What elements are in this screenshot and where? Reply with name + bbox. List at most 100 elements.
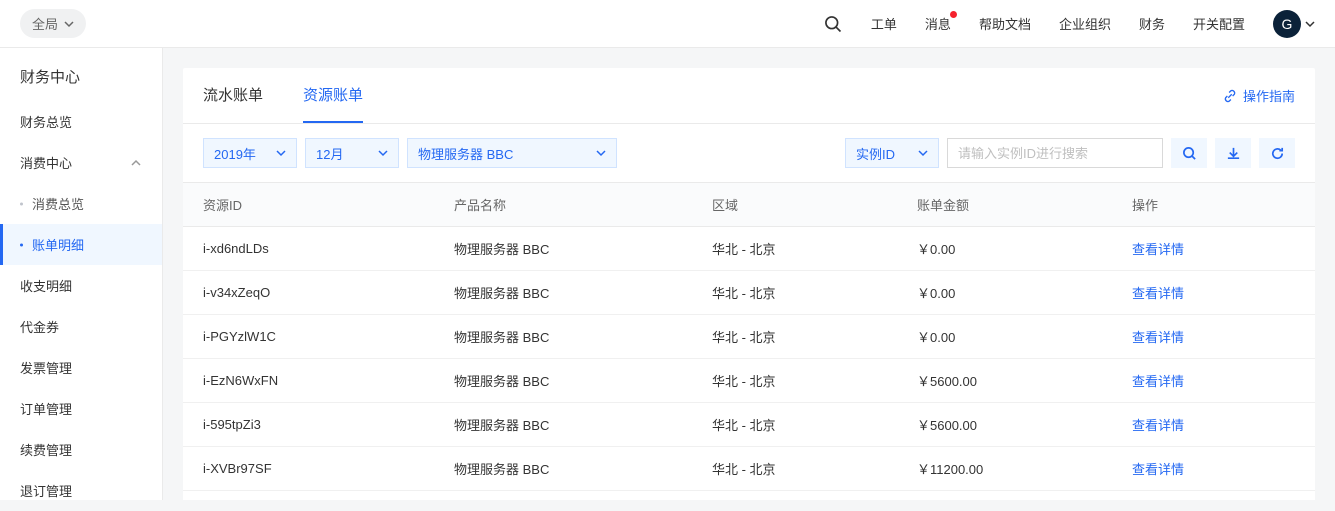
table-row: i-PGYzlW1C物理服务器 BBC华北 - 北京￥0.00查看详情 bbox=[183, 315, 1315, 359]
chevron-down-icon bbox=[1305, 19, 1315, 29]
top-nav: 工单 消息 帮助文档 企业组织 财务 开关配置 G bbox=[823, 10, 1315, 38]
nav-switch[interactable]: 开关配置 bbox=[1193, 14, 1245, 33]
download-button[interactable] bbox=[1215, 138, 1251, 168]
cell-product: 物理服务器 BBC bbox=[438, 491, 696, 501]
view-detail-link[interactable]: 查看详情 bbox=[1116, 403, 1315, 447]
cell-region: 华北 - 北京 bbox=[696, 491, 901, 501]
chevron-down-icon bbox=[596, 148, 606, 158]
guide-link-label: 操作指南 bbox=[1243, 86, 1295, 105]
sidebar-item-renewal[interactable]: 续费管理 bbox=[0, 429, 162, 470]
th-product: 产品名称 bbox=[438, 183, 696, 227]
nav-message[interactable]: 消息 bbox=[925, 14, 951, 33]
sidebar-item-invoice[interactable]: 发票管理 bbox=[0, 347, 162, 388]
month-select-value: 12月 bbox=[316, 144, 343, 163]
cell-resource-id: i-XVBr97SF bbox=[183, 447, 438, 491]
year-select-value: 2019年 bbox=[214, 144, 256, 163]
notification-dot-icon bbox=[950, 11, 957, 18]
sidebar-item-consume-overview[interactable]: 消费总览 bbox=[0, 183, 162, 224]
nav-help[interactable]: 帮助文档 bbox=[979, 14, 1031, 33]
table-header-row: 资源ID 产品名称 区域 账单金额 操作 bbox=[183, 183, 1315, 227]
view-detail-link[interactable]: 查看详情 bbox=[1116, 227, 1315, 271]
sidebar-item-voucher[interactable]: 代金券 bbox=[0, 306, 162, 347]
cell-amount: ￥0.00 bbox=[901, 315, 1116, 359]
refresh-button[interactable] bbox=[1259, 138, 1295, 168]
view-detail-link[interactable]: 查看详情 bbox=[1116, 315, 1315, 359]
download-icon bbox=[1226, 146, 1241, 161]
cell-product: 物理服务器 BBC bbox=[438, 403, 696, 447]
tab-resource-bill[interactable]: 资源账单 bbox=[303, 68, 363, 123]
sidebar-item-overview[interactable]: 财务总览 bbox=[0, 101, 162, 142]
search-icon bbox=[823, 14, 843, 34]
product-select[interactable]: 物理服务器 BBC bbox=[407, 138, 617, 168]
cell-region: 华北 - 北京 bbox=[696, 315, 901, 359]
cell-region: 华北 - 北京 bbox=[696, 271, 901, 315]
view-detail-link[interactable]: 查看详情 bbox=[1116, 359, 1315, 403]
cell-resource-id: i-v34xZeqO bbox=[183, 271, 438, 315]
table-row: i-v34xZeqO物理服务器 BBC华北 - 北京￥0.00查看详情 bbox=[183, 271, 1315, 315]
table-row: i-xd6ndLDs物理服务器 BBC华北 - 北京￥0.00查看详情 bbox=[183, 227, 1315, 271]
month-select[interactable]: 12月 bbox=[305, 138, 399, 168]
view-detail-link[interactable]: 查看详情 bbox=[1116, 271, 1315, 315]
search-button[interactable] bbox=[1171, 138, 1207, 168]
nav-finance[interactable]: 财务 bbox=[1139, 14, 1165, 33]
table-row: i-EzN6WxFN物理服务器 BBC华北 - 北京￥5600.00查看详情 bbox=[183, 359, 1315, 403]
cell-amount: ￥11200.00 bbox=[901, 447, 1116, 491]
user-menu[interactable]: G bbox=[1273, 10, 1315, 38]
chevron-up-icon bbox=[130, 157, 142, 169]
search-icon bbox=[1182, 146, 1197, 161]
sidebar-item-income-expense[interactable]: 收支明细 bbox=[0, 265, 162, 306]
view-detail-link[interactable]: 查看详情 bbox=[1116, 491, 1315, 501]
chevron-down-icon bbox=[378, 148, 388, 158]
cell-resource-id: i-595tpZi3 bbox=[183, 403, 438, 447]
cell-region: 华北 - 北京 bbox=[696, 447, 901, 491]
cell-region: 华北 - 北京 bbox=[696, 227, 901, 271]
id-type-select-value: 实例ID bbox=[856, 144, 895, 163]
chevron-down-icon bbox=[918, 148, 928, 158]
top-header: 全局 工单 消息 帮助文档 企业组织 财务 开关配置 G bbox=[0, 0, 1335, 48]
sidebar-item-label: 消费中心 bbox=[20, 153, 72, 172]
sidebar-item-consume-center[interactable]: 消费中心 bbox=[0, 142, 162, 183]
cell-amount: ￥5600.00 bbox=[901, 403, 1116, 447]
product-select-value: 物理服务器 BBC bbox=[418, 144, 513, 163]
id-type-select[interactable]: 实例ID bbox=[845, 138, 939, 168]
chevron-down-icon bbox=[64, 19, 74, 29]
year-select[interactable]: 2019年 bbox=[203, 138, 297, 168]
cell-resource-id: i-hnSUg4aW bbox=[183, 491, 438, 501]
th-action: 操作 bbox=[1116, 183, 1315, 227]
refresh-icon bbox=[1270, 146, 1285, 161]
cell-resource-id: i-xd6ndLDs bbox=[183, 227, 438, 271]
cell-amount: ￥5600.00 bbox=[901, 359, 1116, 403]
filters-row: 2019年 12月 物理服务器 BBC 实例ID bbox=[183, 124, 1315, 182]
tab-flow-bill[interactable]: 流水账单 bbox=[203, 68, 263, 123]
sidebar-item-unsubscribe[interactable]: 退订管理 bbox=[0, 470, 162, 511]
nav-workorder[interactable]: 工单 bbox=[871, 14, 897, 33]
table-row: i-595tpZi3物理服务器 BBC华北 - 北京￥5600.00查看详情 bbox=[183, 403, 1315, 447]
table-row: i-XVBr97SF物理服务器 BBC华北 - 北京￥11200.00查看详情 bbox=[183, 447, 1315, 491]
view-detail-link[interactable]: 查看详情 bbox=[1116, 447, 1315, 491]
cell-product: 物理服务器 BBC bbox=[438, 315, 696, 359]
cell-resource-id: i-PGYzlW1C bbox=[183, 315, 438, 359]
global-scope-dropdown[interactable]: 全局 bbox=[20, 9, 86, 38]
instance-search-input[interactable] bbox=[947, 138, 1163, 168]
th-amount: 账单金额 bbox=[901, 183, 1116, 227]
sidebar-title: 财务中心 bbox=[0, 48, 162, 101]
cell-amount: ￥5600.00 bbox=[901, 491, 1116, 501]
link-icon bbox=[1223, 89, 1237, 103]
cell-amount: ￥0.00 bbox=[901, 271, 1116, 315]
resource-bill-table: 资源ID 产品名称 区域 账单金额 操作 i-xd6ndLDs物理服务器 BBC… bbox=[183, 182, 1315, 500]
cell-region: 华北 - 北京 bbox=[696, 359, 901, 403]
cell-amount: ￥0.00 bbox=[901, 227, 1116, 271]
th-resource-id: 资源ID bbox=[183, 183, 438, 227]
operation-guide-link[interactable]: 操作指南 bbox=[1223, 86, 1295, 105]
nav-org[interactable]: 企业组织 bbox=[1059, 14, 1111, 33]
sidebar-item-bill-detail[interactable]: 账单明细 bbox=[0, 224, 162, 265]
cell-resource-id: i-EzN6WxFN bbox=[183, 359, 438, 403]
chevron-down-icon bbox=[276, 148, 286, 158]
tabs-row: 流水账单 资源账单 操作指南 bbox=[183, 68, 1315, 124]
sidebar-item-order[interactable]: 订单管理 bbox=[0, 388, 162, 429]
main-content: 流水账单 资源账单 操作指南 2019年 12月 bbox=[163, 48, 1335, 500]
table-row: i-hnSUg4aW物理服务器 BBC华北 - 北京￥5600.00查看详情 bbox=[183, 491, 1315, 501]
cell-product: 物理服务器 BBC bbox=[438, 447, 696, 491]
th-region: 区域 bbox=[696, 183, 901, 227]
global-search-button[interactable] bbox=[823, 14, 843, 34]
